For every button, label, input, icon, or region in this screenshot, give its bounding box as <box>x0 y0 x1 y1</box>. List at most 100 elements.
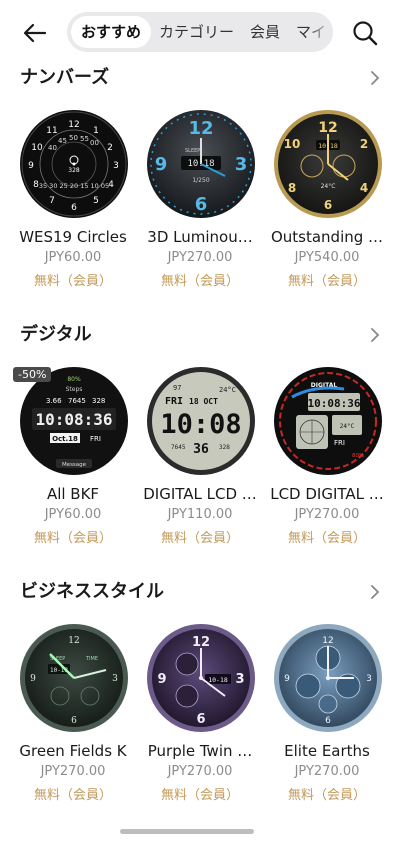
section-title: ビジネススタイル <box>20 581 164 602</box>
svg-text:FRI: FRI <box>90 435 101 443</box>
svg-text:7: 7 <box>49 196 55 206</box>
discount-badge: -50% <box>13 367 52 382</box>
member-free-label: 無料（会員） <box>287 274 366 289</box>
svg-text:328: 328 <box>92 397 105 405</box>
svg-text:7645: 7645 <box>171 444 186 451</box>
watchface-name: Purple Twin … <box>147 742 253 760</box>
watchface-price: JPY270.00 <box>40 764 106 779</box>
svg-text:1/250: 1/250 <box>192 177 209 184</box>
svg-text:10:08:36: 10:08:36 <box>35 410 112 429</box>
chevron-right-icon[interactable] <box>368 327 382 343</box>
watchface-price: JPY270.00 <box>294 764 360 779</box>
search-icon[interactable] <box>350 18 380 48</box>
section-numbers: ナンバーズ 12 1 2 3 4 5 6 7 8 9 10 11 40 45 5… <box>0 63 400 303</box>
svg-text:Message: Message <box>62 462 87 468</box>
tab-recommended[interactable]: おすすめ <box>71 16 152 48</box>
svg-text:1: 1 <box>93 126 99 136</box>
svg-text:9: 9 <box>157 672 166 687</box>
watchface-thumbnail: DIGITAL 10:08:36 24°C FRI 80% <box>274 367 382 475</box>
svg-text:35 30 25 20 15 10 05: 35 30 25 20 15 10 05 <box>39 182 109 190</box>
svg-text:55: 55 <box>80 135 89 143</box>
svg-text:80%: 80% <box>352 453 364 459</box>
svg-text:328: 328 <box>219 444 230 451</box>
svg-text:40: 40 <box>48 144 57 152</box>
svg-text:FRI: FRI <box>334 439 345 447</box>
chevron-right-icon[interactable] <box>368 584 382 600</box>
svg-text:6: 6 <box>324 198 332 212</box>
watchface-thumbnail: 97 24°C FRI 18 OCT 10:08 7645 36 328 <box>147 367 255 475</box>
watchface-price: JPY540.00 <box>294 250 360 265</box>
svg-text:5: 5 <box>93 196 99 206</box>
tab-members[interactable]: 会員 <box>242 16 288 48</box>
section-header[interactable]: デジタル <box>20 320 382 350</box>
svg-text:3: 3 <box>113 161 119 171</box>
svg-text:6: 6 <box>71 203 77 213</box>
svg-text:12: 12 <box>68 120 79 130</box>
svg-text:6: 6 <box>71 716 77 726</box>
svg-text:9: 9 <box>155 154 168 175</box>
svg-text:4: 4 <box>360 181 368 195</box>
section-title: ナンバーズ <box>20 67 110 88</box>
svg-text:2: 2 <box>360 137 368 151</box>
svg-text:12: 12 <box>192 635 210 650</box>
watchface-price: JPY60.00 <box>44 507 102 522</box>
svg-text:24°C: 24°C <box>340 423 355 430</box>
svg-text:Oct.18: Oct.18 <box>52 435 78 443</box>
section-header[interactable]: ナンバーズ <box>20 63 382 93</box>
svg-text:12: 12 <box>318 120 337 136</box>
watchface-thumbnail: 12 3 6 9 10-18 <box>147 624 255 732</box>
chevron-right-icon[interactable] <box>368 70 382 86</box>
svg-text:10-18: 10-18 <box>208 676 228 684</box>
section-title: デジタル <box>20 324 92 345</box>
svg-text:11: 11 <box>46 126 57 136</box>
section-header[interactable]: ビジネススタイル <box>20 577 382 607</box>
svg-text:328: 328 <box>68 167 80 174</box>
svg-text:6: 6 <box>325 716 331 726</box>
svg-text:9: 9 <box>28 161 34 171</box>
section-business: ビジネススタイル 12 3 6 9 SLEEP TIME 10-18 Green… <box>0 577 400 817</box>
member-free-label: 無料（会員） <box>287 531 366 546</box>
svg-text:80%: 80% <box>67 376 81 383</box>
watchface-thumbnail: 80% Steps 3.66 7645 328 10:08:36 Oct.18 … <box>20 367 128 475</box>
watchface-thumbnail: 12 2 4 6 8 10 10:18 24°C <box>274 110 382 218</box>
home-indicator[interactable] <box>120 829 254 834</box>
svg-text:50: 50 <box>69 134 78 142</box>
svg-text:3: 3 <box>235 672 244 687</box>
svg-text:3: 3 <box>235 154 248 175</box>
member-free-label: 無料（会員） <box>160 274 239 289</box>
svg-text:3: 3 <box>366 674 372 684</box>
svg-text:10:08: 10:08 <box>160 409 241 440</box>
svg-text:TIME: TIME <box>85 656 98 662</box>
category-tabs: おすすめ カテゴリー 会員 マイ <box>67 12 333 52</box>
svg-text:10:08:36: 10:08:36 <box>308 397 361 410</box>
tabs-fade <box>307 12 333 52</box>
svg-text:10: 10 <box>31 143 43 153</box>
watchface-name: Green Fields K <box>19 742 127 760</box>
watchface-thumbnail: 12 1 2 3 4 5 6 7 8 9 10 11 40 45 50 55 0… <box>20 110 128 218</box>
watchface-price: JPY270.00 <box>294 507 360 522</box>
svg-text:45: 45 <box>58 137 67 145</box>
svg-text:9: 9 <box>284 674 290 684</box>
svg-text:36: 36 <box>193 442 209 457</box>
svg-text:6: 6 <box>196 712 205 727</box>
svg-text:Steps: Steps <box>66 386 83 393</box>
section-digital: デジタル -50% 80% Steps 3.66 7645 328 10:08:… <box>0 320 400 560</box>
svg-text:12: 12 <box>322 636 333 646</box>
watchface-name: WES19 Circles <box>19 228 127 246</box>
watchface-name: Outstanding … <box>270 228 384 246</box>
svg-text:10: 10 <box>284 137 301 151</box>
tab-category[interactable]: カテゴリー <box>151 16 242 48</box>
member-free-label: 無料（会員） <box>287 788 366 803</box>
svg-text:2: 2 <box>107 143 113 153</box>
watchface-price: JPY110.00 <box>167 507 233 522</box>
svg-text:3: 3 <box>112 674 118 684</box>
watchface-price: JPY270.00 <box>167 250 233 265</box>
arrow-left-icon[interactable] <box>20 18 50 48</box>
watchface-price: JPY60.00 <box>44 250 102 265</box>
member-free-label: 無料（会員） <box>33 788 112 803</box>
svg-text:FRI: FRI <box>165 396 183 407</box>
member-free-label: 無料（会員） <box>33 274 112 289</box>
svg-text:8: 8 <box>288 181 296 195</box>
watchface-name: 3D Luminou… <box>147 228 253 246</box>
watchface-price: JPY270.00 <box>167 764 233 779</box>
